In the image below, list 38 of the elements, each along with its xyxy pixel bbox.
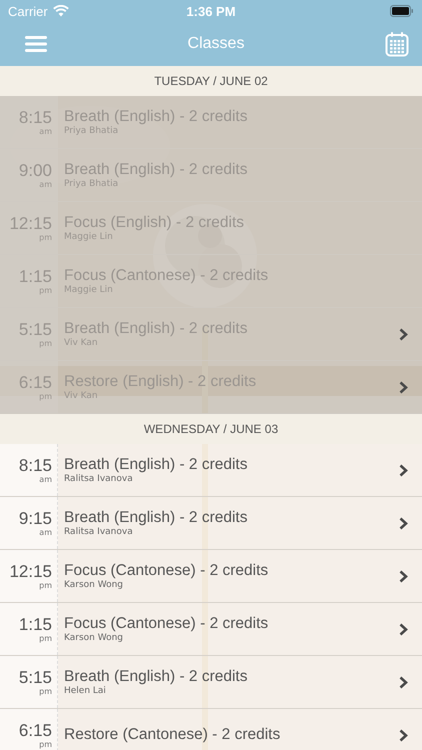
class-title: Focus (Cantonese) - 2 credits xyxy=(64,562,270,580)
class-title: Breath (English) - 2 credits xyxy=(64,509,248,527)
class-title: Breath (English) - 2 credits xyxy=(64,456,248,474)
time-meridiem: am xyxy=(39,474,52,484)
calendar-button[interactable] xyxy=(385,31,409,57)
class-time: 8:15 xyxy=(18,456,52,474)
class-time: 1:15 xyxy=(18,616,52,634)
time-meridiem: pm xyxy=(39,634,52,642)
time-meridiem: am xyxy=(39,528,52,536)
instructor-name: Helen Lai xyxy=(64,686,107,696)
class-row[interactable]: 8:15 am Breath (English) - 2 credits Ralitsa Ivanova xyxy=(0,444,422,497)
instructor-name: Ralitsa Ivanova xyxy=(64,527,134,537)
class-time: 5:15 xyxy=(18,668,52,686)
time-meridiem: pm xyxy=(39,686,52,696)
class-time: 6:15 xyxy=(18,722,52,740)
class-time: 12:15 xyxy=(9,562,52,580)
wifi-icon xyxy=(52,5,69,17)
class-title: Breath (English) - 2 credits xyxy=(64,668,248,686)
time-meridiem: pm xyxy=(39,740,52,748)
menu-button[interactable] xyxy=(25,35,47,53)
status-time: 1:36 PM xyxy=(186,4,236,18)
class-title: Focus (Cantonese) - 2 credits xyxy=(64,615,270,633)
instructor-name: Karson Wong xyxy=(64,580,124,590)
class-title: Restore (Cantonese) - 2 credits xyxy=(64,726,282,744)
battery-icon xyxy=(390,5,414,17)
time-meridiem: pm xyxy=(39,580,52,590)
class-row[interactable]: 1:15 pm Focus (Cantonese) - 2 credits Karson Wong xyxy=(0,603,422,656)
section-header: TUESDAY / JUNE 02 xyxy=(0,66,422,96)
screen-title: Classes xyxy=(188,35,244,53)
class-time: 9:15 xyxy=(18,510,52,528)
carrier-label: Carrier xyxy=(8,4,48,18)
class-row[interactable]: 12:15 pm Focus (Cantonese) - 2 credits Karson Wong xyxy=(0,550,422,603)
class-row[interactable]: 6:15 pm Restore (Cantonese) - 2 credits xyxy=(0,709,422,750)
instructor-name: Ralitsa Ivanova xyxy=(64,474,134,484)
class-row[interactable]: 5:15 pm Breath (English) - 2 credits Helen Lai xyxy=(0,656,422,709)
instructor-name: Karson Wong xyxy=(64,633,124,643)
class-row[interactable]: 9:15 am Breath (English) - 2 credits Ralitsa Ivanova xyxy=(0,497,422,550)
section-header: WEDNESDAY / JUNE 03 xyxy=(0,414,422,444)
